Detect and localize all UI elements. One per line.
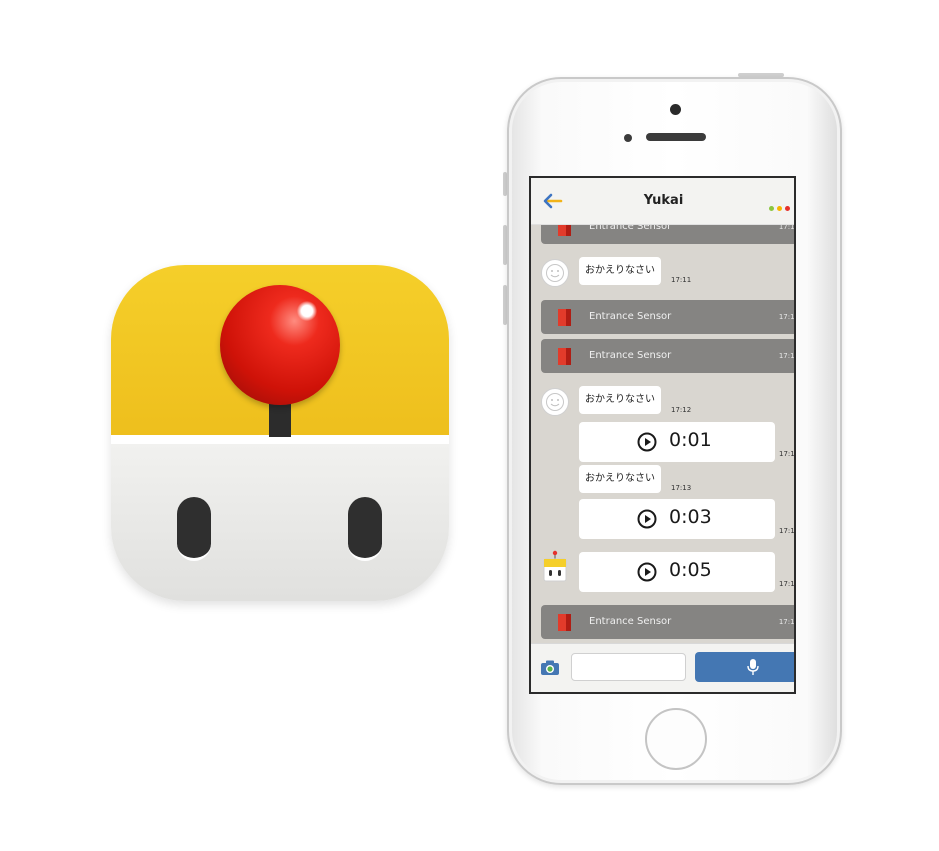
front-camera — [670, 104, 681, 115]
app-icon-bottom — [111, 444, 449, 601]
robot-avatar-icon — [543, 550, 567, 582]
menu-dot-green — [769, 206, 774, 211]
voice-message[interactable]: 0:03 — [579, 499, 775, 539]
menu-dots-icon[interactable] — [769, 206, 790, 211]
sensor-box-icon — [558, 309, 571, 326]
message-time: 17:12 — [671, 406, 692, 414]
menu-dot-red — [785, 206, 790, 211]
message-time: 17:13 — [671, 484, 692, 492]
sensor-label: Entrance Sensor — [589, 350, 672, 361]
menu-dot-yellow — [777, 206, 782, 211]
sensor-label: Entrance Sensor — [589, 616, 672, 627]
play-icon[interactable] — [637, 432, 657, 452]
voice-message[interactable]: 0:01 — [579, 422, 775, 462]
joystick-ball — [220, 285, 340, 405]
smile-avatar-icon — [541, 388, 569, 416]
bottom-bar — [531, 643, 794, 692]
play-icon[interactable] — [637, 562, 657, 582]
sensor-message[interactable]: Entrance Sensor 17:12 — [541, 339, 795, 373]
voice-duration: 0:01 — [669, 429, 712, 451]
sensor-message[interactable]: Entrance Sensor 17:18 — [541, 605, 795, 639]
play-icon[interactable] — [637, 509, 657, 529]
message-time: 17:11 — [671, 276, 692, 284]
message-input[interactable] — [571, 653, 686, 681]
message-time: 17:11 — [778, 313, 795, 321]
home-button[interactable] — [645, 708, 707, 770]
sensor-message[interactable]: Entrance Sensor 17:11 — [541, 300, 795, 334]
voice-message[interactable]: 0:05 — [579, 552, 775, 592]
sensor-label: Entrance Sensor — [589, 311, 672, 322]
joystick-ball-highlight — [297, 301, 317, 321]
left-eye — [177, 497, 211, 561]
chat-title: Yukai — [643, 193, 684, 208]
earpiece-speaker — [646, 133, 706, 141]
camera-icon[interactable] — [540, 659, 560, 676]
right-eye — [348, 497, 382, 561]
text-bubble[interactable]: おかえりなさい — [579, 257, 661, 285]
sensor-box-icon — [558, 348, 571, 365]
message-time: 17:18 — [778, 618, 795, 626]
message-time: 17:15 — [779, 580, 795, 588]
chat-view: Yukai Entrance Sensor 17:10 おかえりなさい 17:1… — [531, 178, 795, 692]
text-bubble[interactable]: おかえりなさい — [579, 465, 661, 493]
phone-screen: Yukai Entrance Sensor 17:10 おかえりなさい 17:1… — [529, 176, 796, 694]
text-bubble[interactable]: おかえりなさい — [579, 386, 661, 414]
voice-duration: 0:03 — [669, 506, 712, 528]
sensor-box-icon — [558, 614, 571, 631]
message-time: 17:14 — [779, 527, 795, 535]
voice-duration: 0:05 — [669, 559, 712, 581]
smile-avatar-icon — [541, 259, 569, 287]
top-bar: Yukai — [531, 178, 794, 225]
voice-record-button[interactable] — [695, 652, 794, 682]
app-icon — [111, 265, 449, 601]
microphone-icon — [747, 659, 759, 675]
message-time: 17:12 — [778, 352, 795, 360]
proximity-sensor — [624, 134, 632, 142]
message-time: 17:13 — [779, 450, 795, 458]
